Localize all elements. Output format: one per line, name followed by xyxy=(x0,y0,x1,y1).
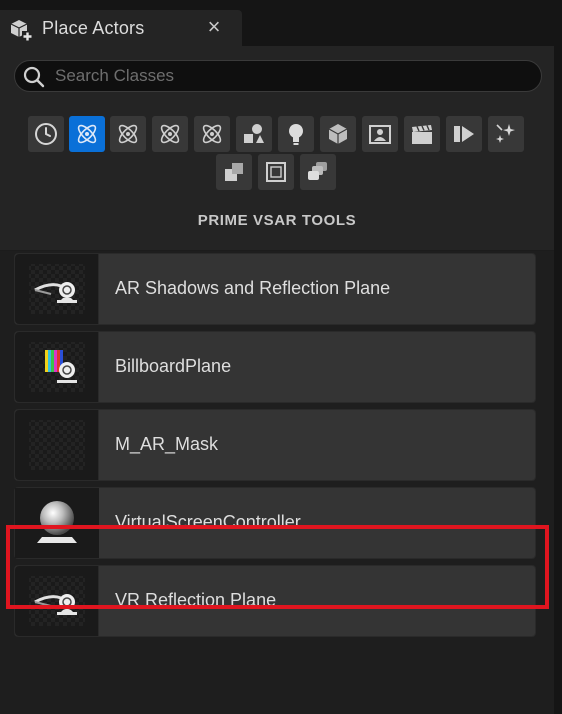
visual-effects-icon xyxy=(369,125,391,144)
category-vsar-tools-button[interactable] xyxy=(69,116,105,152)
camera-actor-icon xyxy=(29,264,85,314)
atom-icon xyxy=(160,124,180,144)
category-plugin-button[interactable] xyxy=(152,116,188,152)
category-recently-placed-button[interactable] xyxy=(28,116,64,152)
recently-placed-icon xyxy=(35,123,57,145)
selection-highlight xyxy=(6,525,549,609)
search-box[interactable] xyxy=(14,60,542,92)
category-all-classes-button[interactable] xyxy=(300,154,336,190)
place-actors-icon xyxy=(8,16,34,42)
search-icon xyxy=(22,65,46,89)
actor-thumbnail xyxy=(15,332,99,402)
category-effects-button[interactable] xyxy=(488,116,524,152)
actor-item-ar-mask[interactable]: M_AR_Mask xyxy=(14,409,536,481)
close-icon[interactable]: × xyxy=(204,16,224,38)
layers-icon xyxy=(308,162,327,180)
category-visual-effects-button[interactable] xyxy=(362,116,398,152)
actor-item-ar-shadows[interactable]: AR Shadows and Reflection Plane xyxy=(14,253,536,325)
atom-icon xyxy=(202,124,222,144)
category-geometry-button[interactable] xyxy=(216,154,252,190)
actor-thumbnail xyxy=(15,254,99,324)
category-plugin-button[interactable] xyxy=(110,116,146,152)
search-input[interactable] xyxy=(55,65,525,87)
cube-icon xyxy=(328,124,348,144)
actor-label: AR Shadows and Reflection Plane xyxy=(115,278,391,298)
category-plugin-button[interactable] xyxy=(194,116,230,152)
sparkles-icon xyxy=(496,124,515,143)
media-play-icon xyxy=(454,126,474,142)
tab-strip: Place Actors × xyxy=(0,0,562,46)
basic-shapes-icon xyxy=(244,124,264,143)
category-cinematic-button[interactable] xyxy=(404,116,440,152)
category-lights-button[interactable] xyxy=(278,116,314,152)
place-actors-panel: PRIME VSAR TOOLS AR Shadows and Reflecti… xyxy=(0,46,554,714)
actor-item-billboard-plane[interactable]: BillboardPlane xyxy=(14,331,536,403)
lightbulb-icon xyxy=(289,124,303,145)
actor-label: BillboardPlane xyxy=(115,356,232,376)
billboard-camera-icon xyxy=(29,342,85,392)
volume-square-icon xyxy=(266,162,286,182)
place-actors-tab[interactable]: Place Actors × xyxy=(0,10,242,46)
atom-icon xyxy=(77,124,97,144)
category-media-button[interactable] xyxy=(446,116,482,152)
section-title: PRIME VSAR TOOLS xyxy=(197,212,357,229)
geometry-stack-icon xyxy=(225,163,243,181)
category-basic-button[interactable] xyxy=(236,116,272,152)
actor-label: M_AR_Mask xyxy=(115,434,219,454)
category-volumes-button[interactable] xyxy=(258,154,294,190)
atom-icon xyxy=(118,124,138,144)
category-shapes-button[interactable] xyxy=(320,116,356,152)
empty-thumbnail xyxy=(29,420,85,470)
actor-thumbnail xyxy=(15,410,99,480)
panel-edge xyxy=(554,46,562,714)
tab-title: Place Actors xyxy=(42,18,145,38)
clapperboard-icon xyxy=(412,125,432,144)
